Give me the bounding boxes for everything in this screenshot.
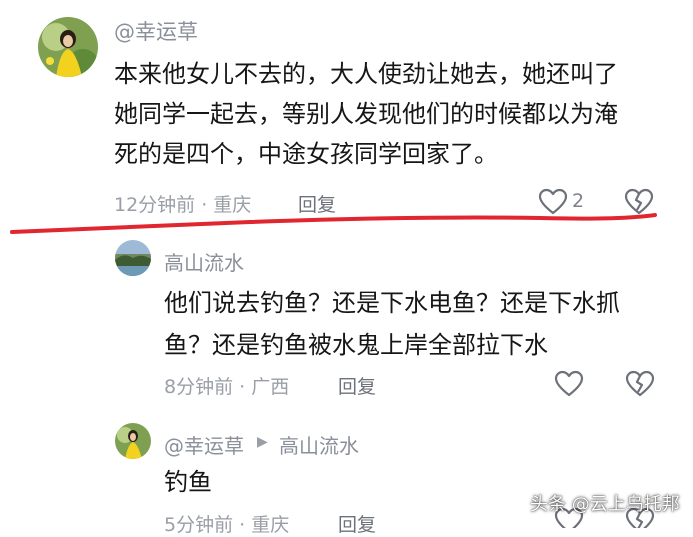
watermark: 头条 @云上乌托邦 <box>530 494 680 515</box>
annotation-underline <box>10 213 657 234</box>
reply-username[interactable]: @幸运草 <box>164 430 244 459</box>
reply-text-line: 鱼？还是钓鱼被水鬼上岸全部拉下水 <box>164 331 548 359</box>
reply-meta: 5分钟前 · 重庆 <box>164 514 290 536</box>
avatar[interactable] <box>38 17 98 77</box>
comment-text: 本来他女儿不去的，大人使劲让她去，她还叫了 她同学一起去，等别人发现他们的时候都… <box>114 54 618 174</box>
comment-username[interactable]: @幸运草 <box>114 16 198 46</box>
comment-text-line: 她同学一起去，等别人发现他们的时候都以为淹 <box>114 100 618 128</box>
like-count: 2 <box>572 190 585 212</box>
reply-to-arrow-icon: ▶ <box>257 434 268 450</box>
reply-button[interactable]: 回复 <box>338 510 376 537</box>
heart-outline-icon[interactable] <box>554 370 584 398</box>
reply-button[interactable]: 回复 <box>338 372 376 399</box>
avatar[interactable] <box>115 240 151 276</box>
comment-text-line: 死的是四个，中途女孩同学回家了。 <box>114 140 498 168</box>
reply-text-line: 他们说去钓鱼？还是下水电鱼？还是下水抓 <box>164 289 620 317</box>
reply-meta: 8分钟前 · 广西 <box>164 376 290 398</box>
comment-text-line: 本来他女儿不去的，大人使劲让她去，她还叫了 <box>114 60 618 88</box>
broken-heart-icon[interactable] <box>625 370 655 398</box>
reply-text: 他们说去钓鱼？还是下水电鱼？还是下水抓 鱼？还是钓鱼被水鬼上岸全部拉下水 <box>164 282 620 366</box>
reply-username[interactable]: 高山流水 <box>164 247 244 276</box>
reply-text: 钓鱼 <box>164 468 212 496</box>
reply-to-username[interactable]: 高山流水 <box>279 430 359 459</box>
avatar[interactable] <box>115 423 151 459</box>
